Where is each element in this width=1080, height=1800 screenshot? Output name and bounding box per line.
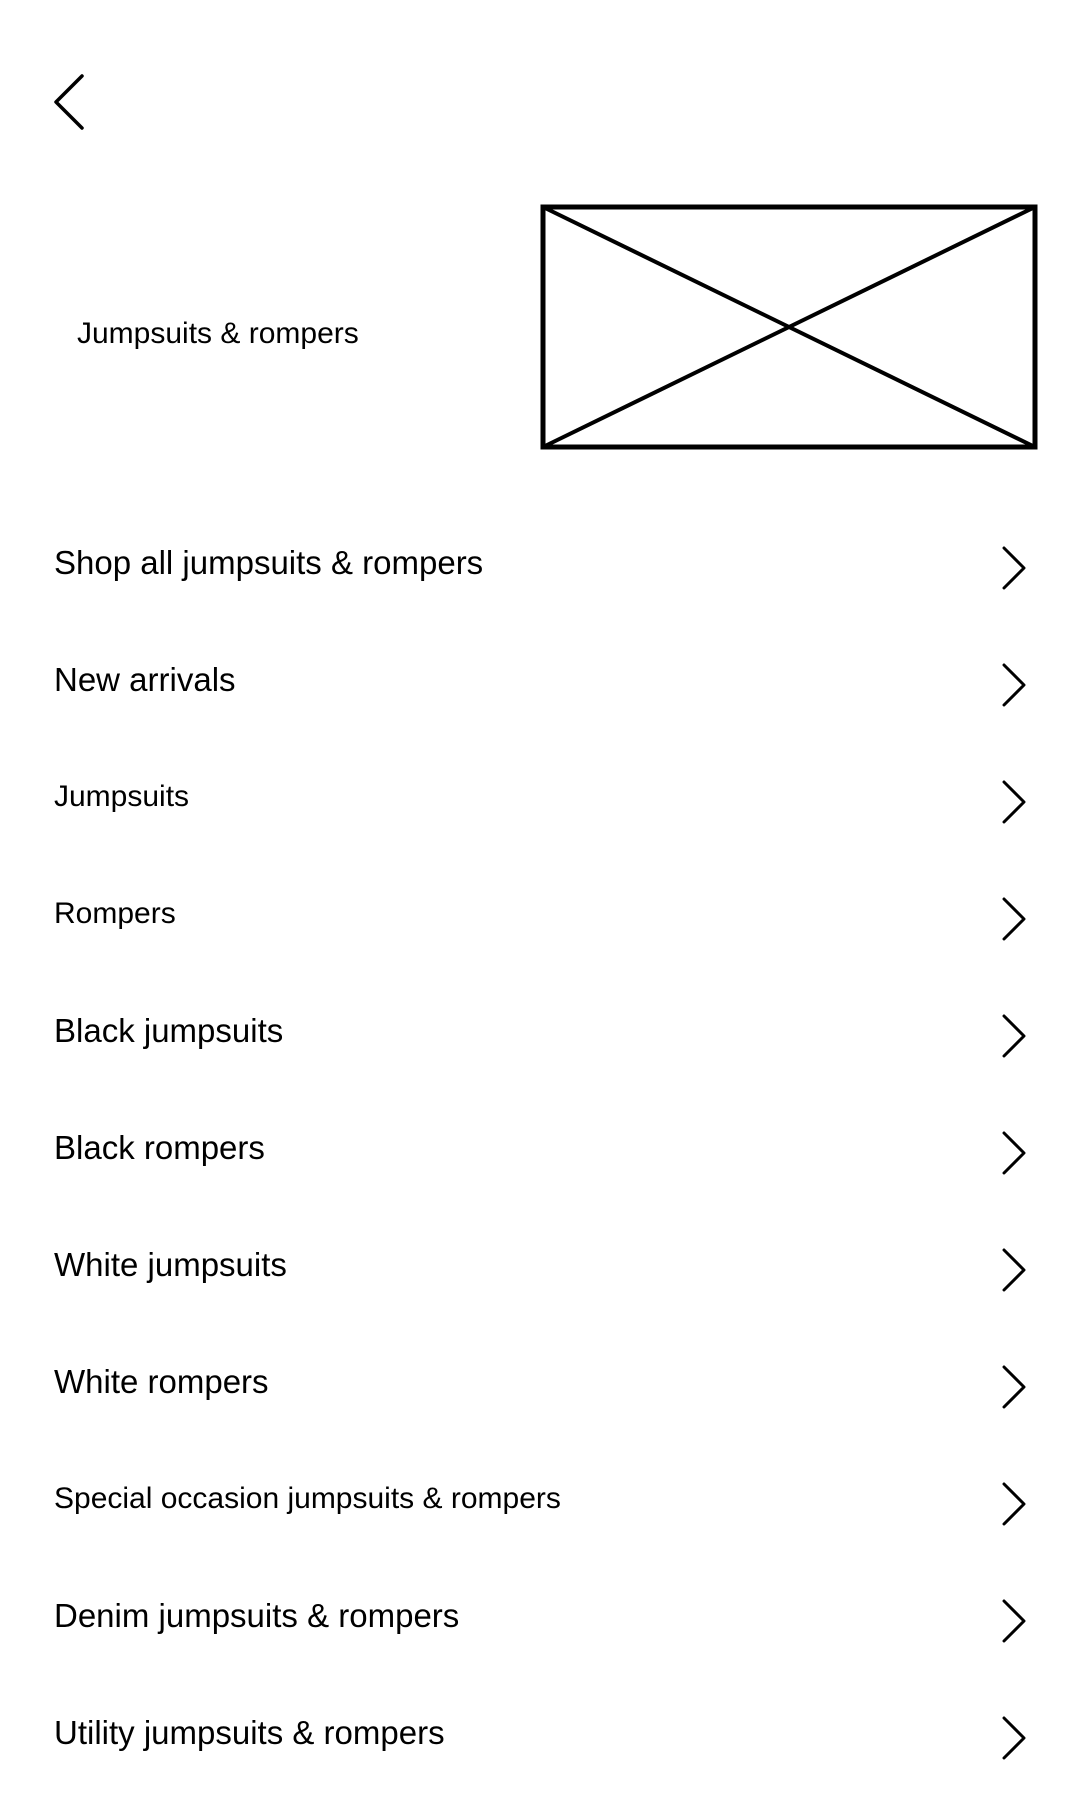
- menu-item-rompers[interactable]: Rompers: [0, 861, 1080, 978]
- menu-item-denim[interactable]: Denim jumpsuits & rompers: [0, 1563, 1080, 1680]
- menu-item-label: Jumpsuits: [54, 780, 190, 813]
- chevron-right-icon: [996, 542, 1030, 594]
- chevron-right-icon: [996, 776, 1030, 828]
- chevron-right-icon: [996, 1361, 1030, 1413]
- chevron-right-icon: [996, 1712, 1030, 1764]
- chevron-right-icon: [996, 1127, 1030, 1179]
- menu-item-white-jumpsuits[interactable]: White jumpsuits: [0, 1212, 1080, 1329]
- menu-item-utility[interactable]: Utility jumpsuits & rompers: [0, 1680, 1080, 1797]
- menu-item-white-rompers[interactable]: White rompers: [0, 1329, 1080, 1446]
- chevron-right-icon: [996, 1010, 1030, 1062]
- page-title: Jumpsuits & rompers: [77, 317, 359, 350]
- menu-item-label: New arrivals: [54, 661, 236, 698]
- chevron-right-icon: [996, 659, 1030, 711]
- menu-item-label: Utility jumpsuits & rompers: [54, 1714, 445, 1751]
- menu-item-label: White rompers: [54, 1363, 269, 1400]
- menu-item-black-jumpsuits[interactable]: Black jumpsuits: [0, 978, 1080, 1095]
- menu-item-label: Rompers: [54, 897, 176, 930]
- chevron-right-icon: [996, 1478, 1030, 1530]
- chevron-right-icon: [996, 1595, 1030, 1647]
- menu-item-special-occasion[interactable]: Special occasion jumpsuits & rompers: [0, 1446, 1080, 1563]
- chevron-right-icon: [996, 893, 1030, 945]
- menu-item-label: Black jumpsuits: [54, 1012, 284, 1049]
- menu-item-jumpsuits[interactable]: Jumpsuits: [0, 744, 1080, 861]
- menu-item-label: Shop all jumpsuits & rompers: [54, 544, 484, 581]
- menu-item-label: Black rompers: [54, 1129, 265, 1166]
- menu-item-shop-all[interactable]: Shop all jumpsuits & rompers: [0, 510, 1080, 627]
- menu-item-black-rompers[interactable]: Black rompers: [0, 1095, 1080, 1212]
- back-button[interactable]: [40, 66, 100, 138]
- chevron-right-icon: [996, 1244, 1030, 1296]
- menu-item-label: Denim jumpsuits & rompers: [54, 1597, 460, 1634]
- menu-item-label: Special occasion jumpsuits & rompers: [54, 1482, 561, 1515]
- chevron-left-icon: [40, 66, 100, 138]
- category-image-placeholder: [540, 204, 1038, 450]
- category-menu-list: Shop all jumpsuits & rompers New arrival…: [0, 510, 1080, 1797]
- menu-item-new-arrivals[interactable]: New arrivals: [0, 627, 1080, 744]
- menu-item-label: White jumpsuits: [54, 1246, 287, 1283]
